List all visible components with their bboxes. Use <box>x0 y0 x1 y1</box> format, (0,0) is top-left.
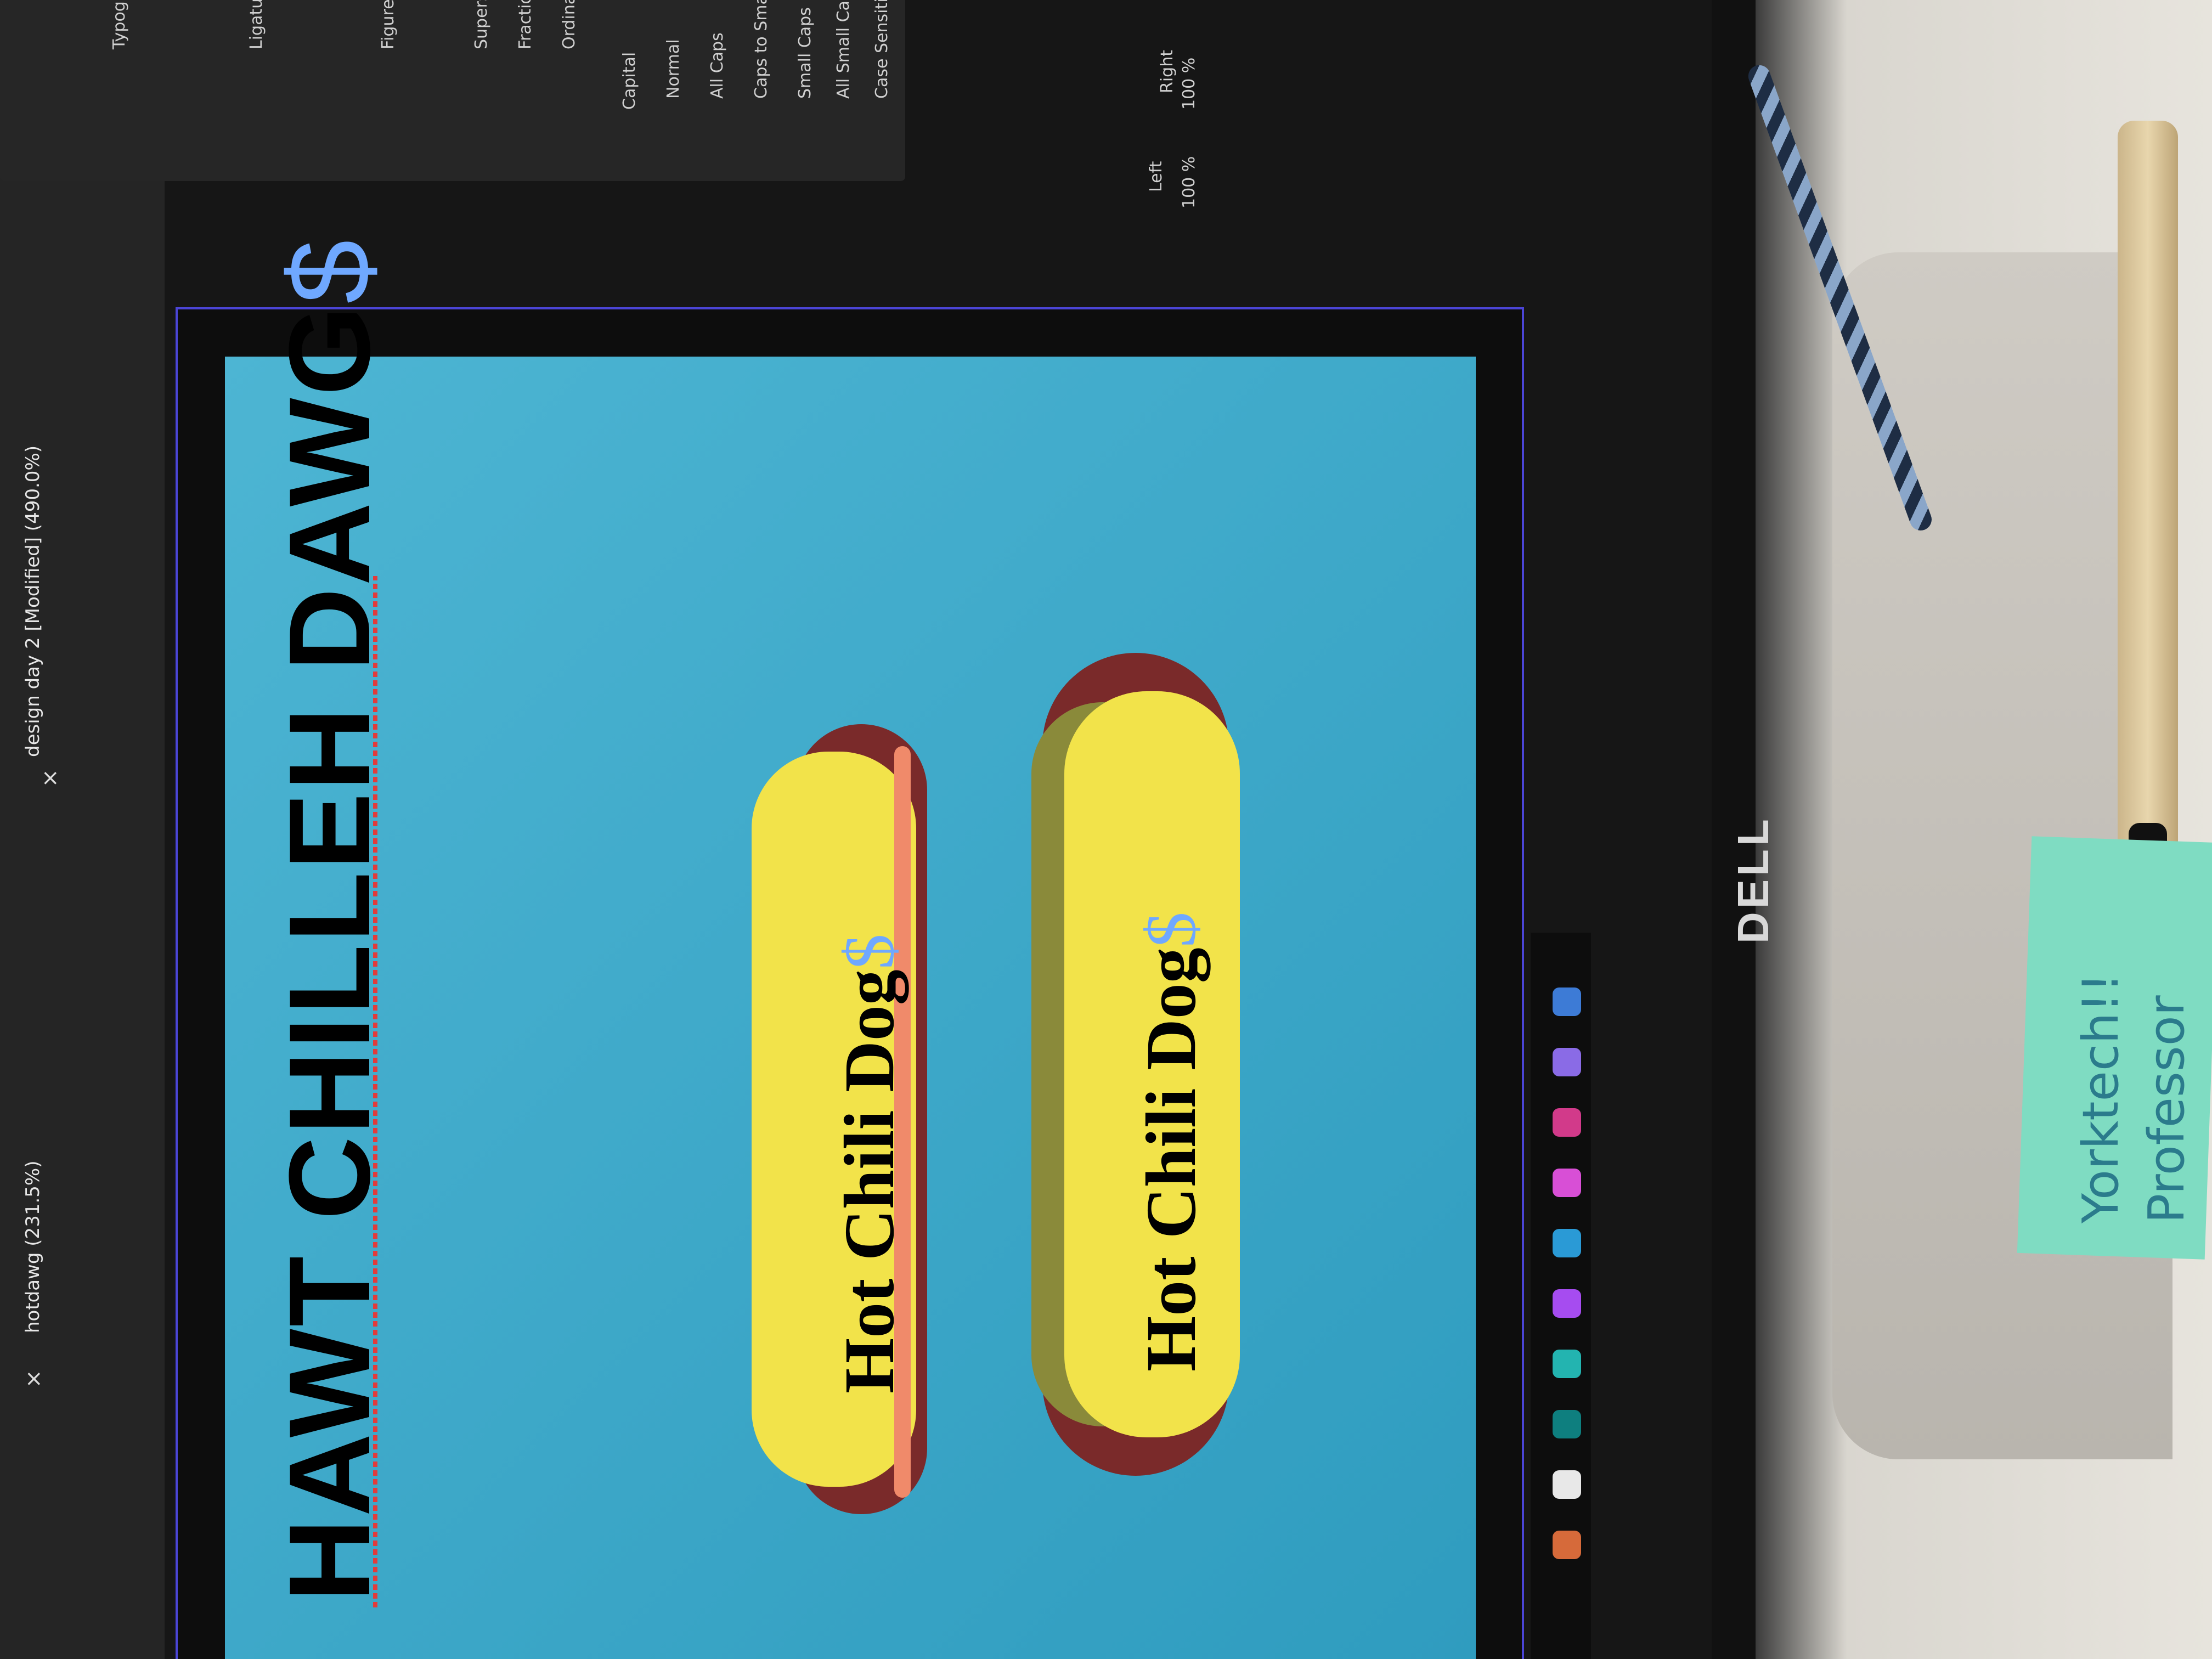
photo-scene: hotdawg (231.5%) design day 2 [Modified]… <box>0 0 2212 1659</box>
spellcheck-underline <box>373 576 377 1607</box>
left-scale-label: Left <box>1147 161 1166 192</box>
tab-design-day-2[interactable]: design day 2 [Modified] (490.0%) <box>22 445 44 757</box>
sticky-note-line2: Professor <box>2138 995 2196 1223</box>
taskbar-app-icon[interactable] <box>1553 1169 1581 1197</box>
hotdog-label-1[interactable]: Hot Chili Dog$ <box>828 934 911 1393</box>
capital-option-case-sensitive[interactable]: Case Sensitive <box>872 0 891 99</box>
hotdog-label-2[interactable]: Hot Chili Dog$ <box>1130 912 1212 1372</box>
right-scale-value[interactable]: 100 % <box>1180 58 1199 110</box>
pen <box>2118 121 2178 861</box>
close-icon[interactable]: × <box>25 1366 43 1391</box>
monitor-brand-logo: DELL <box>1729 816 1778 944</box>
ordinal-label: Ordinal <box>560 0 579 49</box>
tab-hotdawg[interactable]: hotdawg (231.5%) <box>22 1161 44 1333</box>
taskbar-app-icon[interactable] <box>1553 1048 1581 1076</box>
taskbar-app-icon[interactable] <box>1553 1410 1581 1438</box>
ligatures-label: Ligatu <box>247 0 266 49</box>
taskbar-app-icon[interactable] <box>1553 1470 1581 1499</box>
superscript-label: Superscr <box>472 0 491 49</box>
sticky-note-text: Yorktech!! Professor <box>2068 973 2200 1223</box>
taskbar-app-icon[interactable] <box>1553 1229 1581 1257</box>
capital-option-all-caps[interactable]: All Caps <box>708 32 727 99</box>
left-scale-value[interactable]: 100 % <box>1180 156 1199 208</box>
headline-symbol: $ <box>265 238 394 304</box>
taskbar-app-icon[interactable] <box>1553 1350 1581 1378</box>
capital-option-caps-to-small[interactable]: Caps to Small <box>752 0 771 99</box>
taskbar-app-icon[interactable] <box>1553 1289 1581 1318</box>
sticky-note-line1: Yorktech!! <box>2072 973 2130 1223</box>
close-icon[interactable]: × <box>41 765 60 791</box>
typography-label: Typog <box>110 1 129 49</box>
figure-position-label: Figure Pu <box>379 0 398 49</box>
fraction-label: Fraction <box>516 0 535 49</box>
capital-heading: Capital <box>620 52 639 110</box>
app-top-panel <box>0 0 165 1659</box>
right-scale-label: Right <box>1158 50 1177 93</box>
taskbar-app-icon[interactable] <box>1553 988 1581 1016</box>
capital-option-all-small-caps[interactable]: All Small Caps <box>834 0 853 99</box>
taskbar-app-icon[interactable] <box>1553 1531 1581 1559</box>
taskbar-app-icon[interactable] <box>1553 1108 1581 1137</box>
capital-option-small-caps[interactable]: Small Caps <box>795 7 815 99</box>
capital-option-normal[interactable]: Normal <box>664 39 683 99</box>
